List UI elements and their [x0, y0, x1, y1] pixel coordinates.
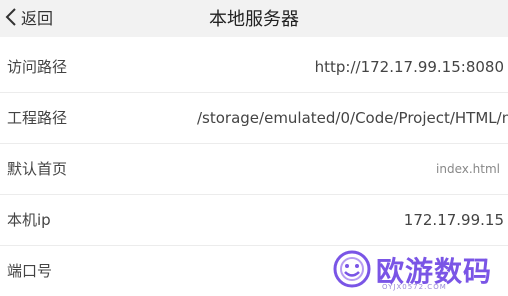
title-bar: 返回 本地服务器: [0, 0, 508, 37]
page-title: 本地服务器: [209, 9, 299, 30]
row-value: index.html: [436, 162, 500, 176]
row-default-home[interactable]: 默认首页 index.html: [0, 144, 508, 195]
row-label: 工程路径: [7, 109, 68, 127]
watermark: 欧游数码 OYJX0572.COM: [332, 248, 508, 294]
row-access-path[interactable]: 访问路径 http://172.17.99.15:8080: [0, 42, 508, 93]
row-value: 172.17.99.15: [403, 211, 504, 229]
row-label: 本机ip: [7, 211, 51, 229]
row-label: 默认首页: [7, 160, 68, 178]
row-value: /storage/emulated/0/Code/Project/HTML/nn: [197, 109, 508, 127]
row-local-ip[interactable]: 本机ip 172.17.99.15: [0, 195, 508, 246]
row-value: http://172.17.99.15:8080: [314, 58, 504, 76]
watermark-logo-icon: [333, 250, 371, 288]
watermark-url: OYJX0572.COM: [382, 283, 447, 291]
row-label: 访问路径: [7, 58, 68, 76]
row-label: 端口号: [7, 262, 53, 280]
row-project-path[interactable]: 工程路径 /storage/emulated/0/Code/Project/HT…: [0, 93, 508, 144]
